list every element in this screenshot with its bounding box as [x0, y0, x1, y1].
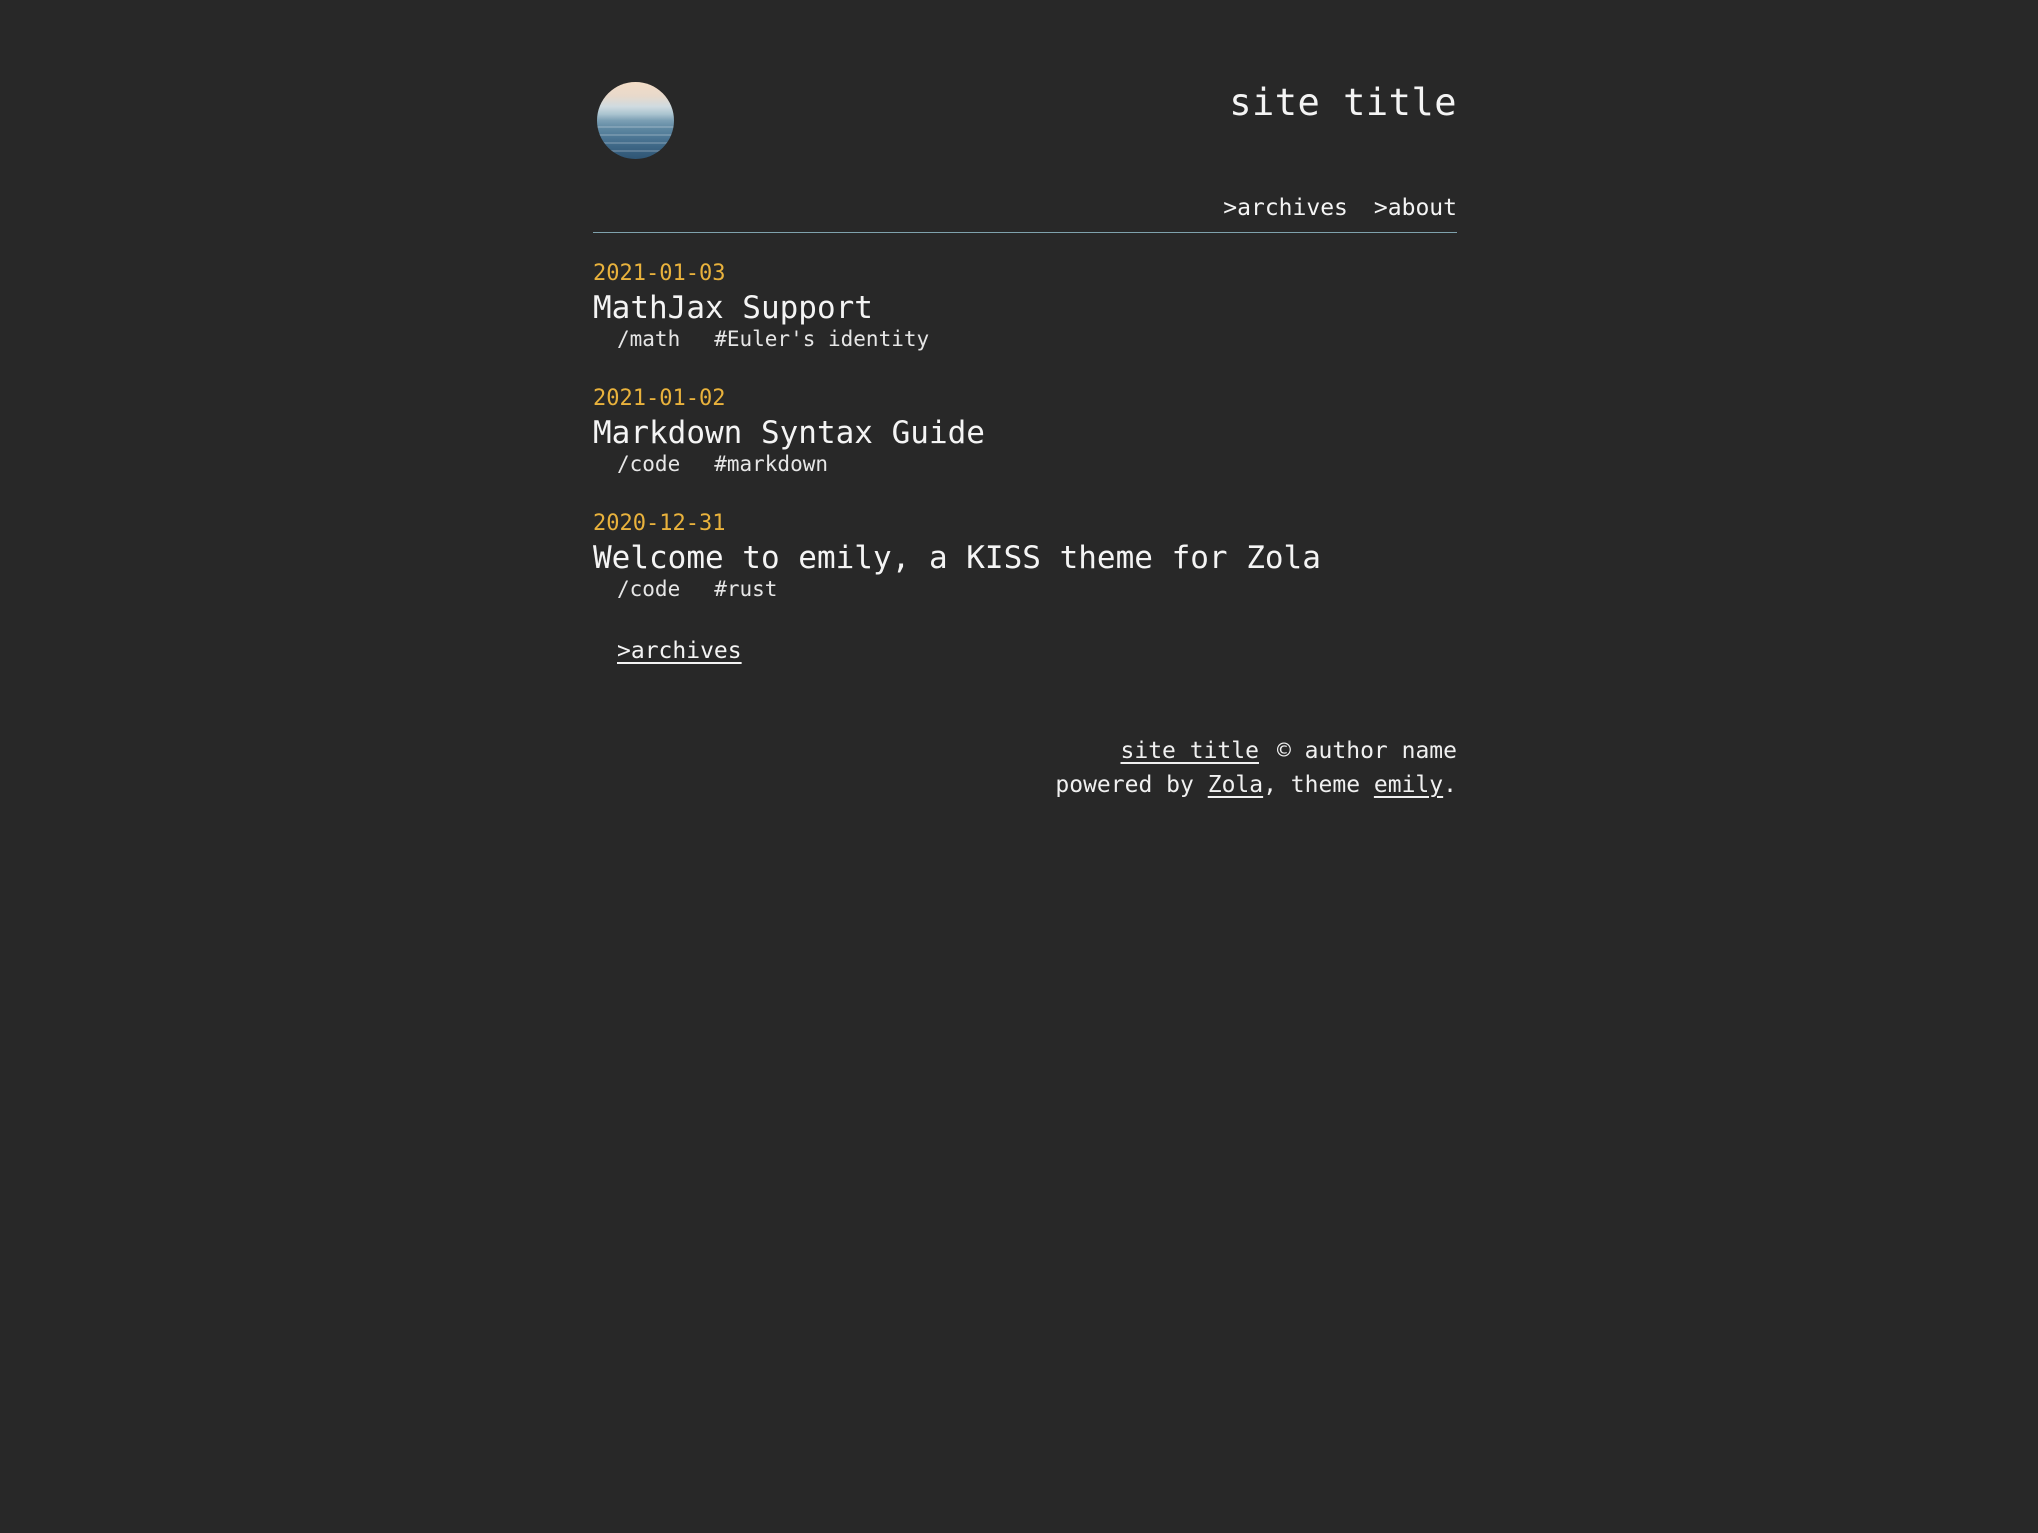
- post-title-link[interactable]: Markdown Syntax Guide: [593, 416, 1457, 454]
- nav-about-link[interactable]: >about: [1374, 195, 1457, 221]
- page-container: site title >archives >about 2021-01-03 Ma…: [593, 0, 1457, 802]
- avatar-wave: [597, 134, 674, 136]
- footer-emily-link[interactable]: emily: [1374, 772, 1443, 798]
- main-nav: >archives >about: [1197, 197, 1457, 220]
- post-title-link[interactable]: Welcome to emily, a KISS theme for Zola: [593, 541, 1457, 579]
- post-category-link[interactable]: /code: [617, 577, 680, 601]
- post-list: 2021-01-03 MathJax Support /math #Euler's…: [593, 233, 1457, 665]
- post-tag-link[interactable]: #rust: [714, 577, 777, 601]
- post-category-link[interactable]: /math: [617, 327, 680, 351]
- footer-line-1: site title © author name: [593, 734, 1458, 768]
- avatar-wave: [597, 126, 674, 128]
- post-tag-link[interactable]: #Euler's identity: [714, 327, 929, 351]
- post-date: 2021-01-02: [593, 386, 726, 411]
- avatar-wave: [597, 150, 674, 152]
- post-tag-link[interactable]: #markdown: [714, 452, 828, 476]
- footer-line-2: powered by Zola, theme emily.: [593, 768, 1457, 802]
- post-item: 2021-01-02 Markdown Syntax Guide /code #m…: [593, 388, 1457, 475]
- post-item: 2020-12-31 Welcome to emily, a KISS them…: [593, 513, 1457, 600]
- footer-theme-text: , theme: [1263, 772, 1374, 798]
- post-category-link[interactable]: /code: [617, 452, 680, 476]
- post-date: 2020-12-31: [593, 511, 726, 536]
- nav-archives-link[interactable]: >archives: [1223, 195, 1348, 221]
- avatar[interactable]: [597, 82, 674, 159]
- footer-period: .: [1443, 772, 1457, 798]
- avatar-wave: [597, 142, 674, 144]
- site-footer: site title © author name powered by Zola,…: [593, 734, 1457, 802]
- post-meta: /math #Euler's identity: [593, 329, 1457, 350]
- post-title-link[interactable]: MathJax Support: [593, 291, 1457, 329]
- post-meta: /code #markdown: [593, 454, 1457, 475]
- post-item: 2021-01-03 MathJax Support /math #Euler's…: [593, 263, 1457, 350]
- more-archives: >archives: [593, 638, 1457, 664]
- post-date: 2021-01-03: [593, 261, 726, 286]
- footer-zola-link[interactable]: Zola: [1208, 772, 1263, 798]
- footer-powered-by: powered by: [1055, 772, 1208, 798]
- post-meta: /code #rust: [593, 579, 1457, 600]
- site-title-link[interactable]: site title: [1229, 84, 1457, 121]
- footer-copyright: © author name: [1276, 738, 1457, 764]
- header-divider: [593, 232, 1457, 233]
- site-header: site title >archives >about: [593, 0, 1457, 233]
- footer-site-title-link[interactable]: site title: [1121, 738, 1259, 764]
- more-archives-link[interactable]: >archives: [617, 638, 742, 664]
